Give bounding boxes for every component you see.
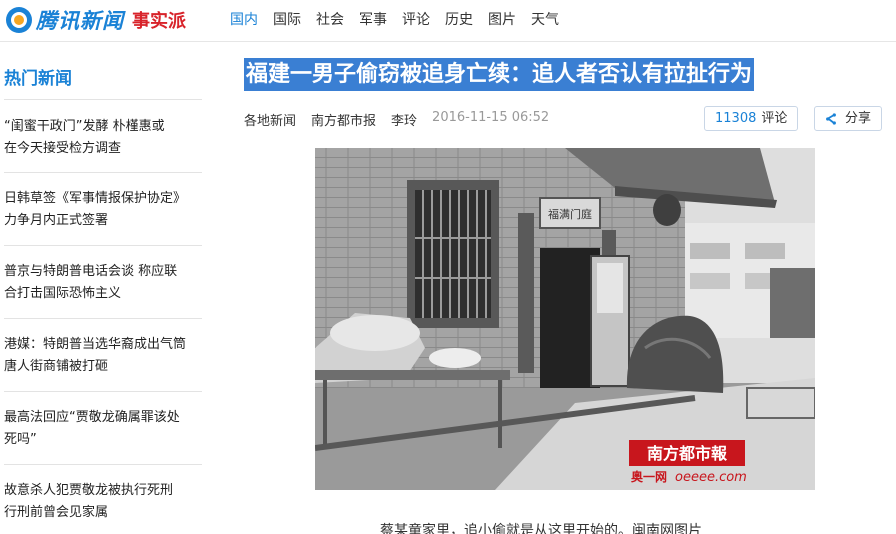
divider <box>4 172 202 173</box>
divider <box>4 245 202 246</box>
comment-label: 评论 <box>761 111 788 126</box>
share-button[interactable]: 分享 <box>814 106 883 131</box>
divider <box>4 391 202 392</box>
site-logo[interactable]: 腾讯新闻 事实派 <box>6 6 186 34</box>
share-icon <box>826 112 836 125</box>
nav-item-history[interactable]: 历史 <box>445 10 473 30</box>
watermark-title: 南方都市報 <box>647 444 728 463</box>
nav-item-international[interactable]: 国际 <box>273 10 301 30</box>
house-scene-image: 福满门庭 南方都市報 奥一网 oeeee.com <box>315 148 815 490</box>
photo-caption: 蔡某童家里，追小偷就是从这里开始的。闽南网图片 <box>380 523 702 534</box>
divider <box>4 464 202 465</box>
sidebar-title: 热门新闻 <box>4 69 72 89</box>
comments-button[interactable]: 11308 评论 <box>704 106 799 131</box>
article-meta: 各地新闻 南方都市报 李玲 2016-11-15 06:52 <box>244 110 564 129</box>
logo-subtitle: 事实派 <box>132 11 186 32</box>
article-date: 2016-11-15 06:52 <box>432 110 550 125</box>
nav-item-weather[interactable]: 天气 <box>531 10 559 30</box>
top-header: 腾讯新闻 事实派 国内 国际 社会 军事 评论 历史 图片 天气 <box>0 0 896 42</box>
nav-item-society[interactable]: 社会 <box>316 10 344 30</box>
watermark-sub: 奥一网 <box>631 469 667 484</box>
door-plaque-text: 福满门庭 <box>548 207 592 221</box>
hot-news-item[interactable]: 最高法回应“贾敬龙确属罪该处 死吗” <box>4 407 202 451</box>
watermark-url: oeeee.com <box>675 470 747 485</box>
divider <box>4 318 202 319</box>
share-label: 分享 <box>845 111 872 126</box>
channel-nav: 国内 国际 社会 军事 评论 历史 图片 天气 <box>230 10 574 30</box>
nav-item-pictures[interactable]: 图片 <box>488 10 516 30</box>
hot-news-item[interactable]: 港媒：特朗普当选华裔成出气筒 唐人街商铺被打砸 <box>4 334 202 378</box>
hot-news-item[interactable]: “闺蜜干政门”发酵 朴槿惠或 在今天接受检方调查 <box>4 116 202 160</box>
divider <box>4 99 202 100</box>
article-photo: 福满门庭 南方都市報 奥一网 oeeee.com <box>315 148 815 490</box>
logo-text: 腾讯新闻 <box>36 9 124 33</box>
hot-news-item[interactable]: 故意杀人犯贾敬龙被执行死刑 行刑前曾会见家属 <box>4 480 202 524</box>
article-media[interactable]: 南方都市报 <box>311 110 376 129</box>
hot-news-item[interactable]: 普京与特朗普电话会谈 称应联 合打击国际恐怖主义 <box>4 261 202 305</box>
hot-news-item[interactable]: 日韩草签《军事情报保护协定》 力争月内正式签署 <box>4 188 202 232</box>
article-category[interactable]: 各地新闻 <box>244 110 296 129</box>
tencent-logo-icon <box>6 7 32 33</box>
hot-news-sidebar: 热门新闻 “闺蜜干政门”发酵 朴槿惠或 在今天接受检方调查 日韩草签《军事情报保… <box>0 42 204 534</box>
comment-count: 11308 <box>715 111 757 126</box>
nav-item-domestic[interactable]: 国内 <box>230 10 258 30</box>
article-headline: 福建一男子偷窃被追身亡续：追人者否认有拉扯行为 <box>244 58 755 91</box>
nav-item-military[interactable]: 军事 <box>359 10 387 30</box>
nav-item-commentary[interactable]: 评论 <box>402 10 430 30</box>
article-author: 李玲 <box>391 114 418 129</box>
